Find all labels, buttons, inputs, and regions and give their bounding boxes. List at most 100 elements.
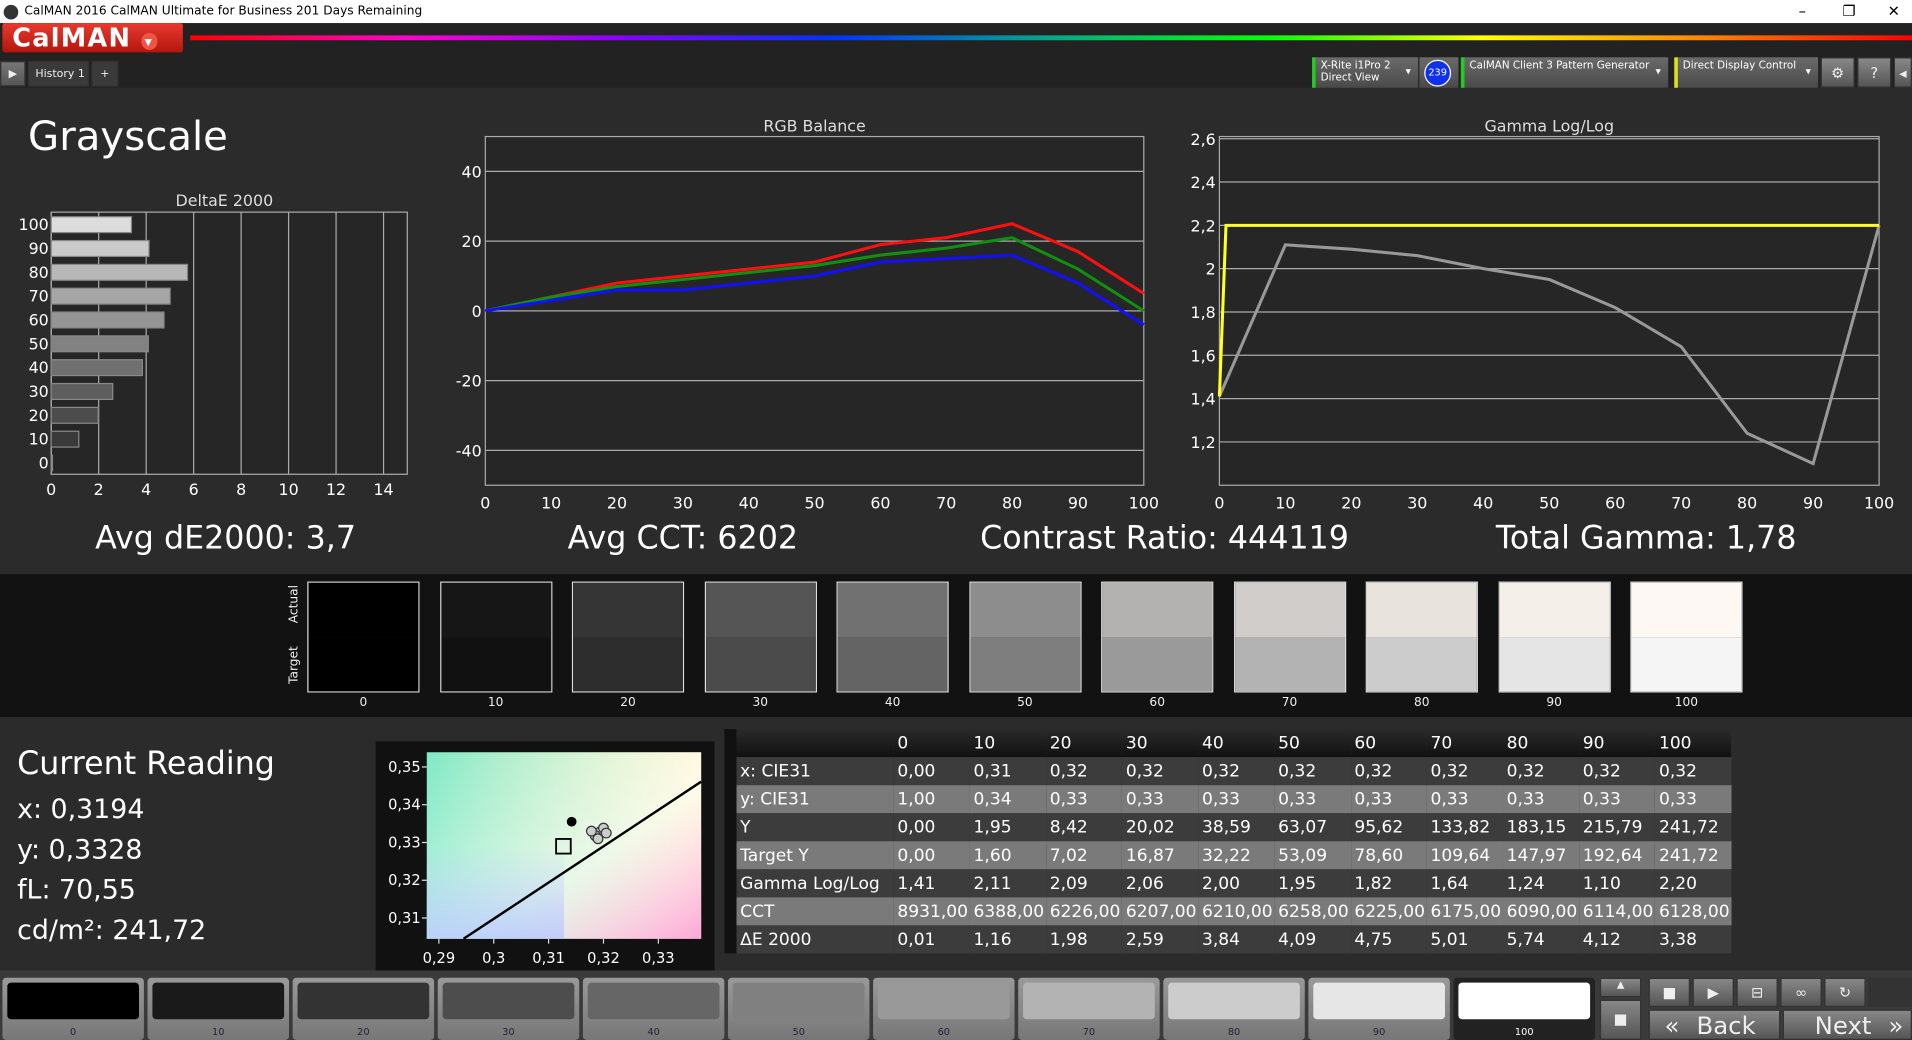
patch-color <box>152 982 285 1020</box>
patch-button-10[interactable]: 10 <box>147 977 289 1040</box>
display-control-selector[interactable]: Direct Display Control ▾ <box>1674 57 1819 88</box>
badge-container: 239 <box>1419 57 1459 88</box>
patch-button-100[interactable]: 100 <box>1453 977 1595 1040</box>
back-button[interactable]: « Back <box>1648 1009 1781 1040</box>
patch-label: 80 <box>1227 1026 1241 1038</box>
bar <box>50 239 150 258</box>
current-point <box>566 816 577 827</box>
next-button[interactable]: Next » <box>1782 1009 1912 1040</box>
y-tick-label: 90 <box>29 239 49 258</box>
patch-label: 50 <box>792 1026 805 1038</box>
patch-button-60[interactable]: 60 <box>873 977 1015 1040</box>
patch-label: 70 <box>1082 1026 1096 1038</box>
table-cell: 1,16 <box>973 929 1012 950</box>
avg-de-stat: Avg dE2000: 3,7 <box>95 520 356 558</box>
swatch-label: 50 <box>1017 696 1033 710</box>
table-gutter <box>724 729 737 954</box>
refresh-icon[interactable]: ↻ <box>1824 977 1866 1008</box>
table-cell: 1,00 <box>897 789 936 809</box>
table-cell: 0,33 <box>1658 789 1697 809</box>
y-tick-label: 20 <box>461 232 481 251</box>
meter-name: X-Rite i1Pro 2 <box>1320 59 1391 72</box>
x-tick-label: 0 <box>1214 493 1224 512</box>
collapse-icon[interactable]: ◂ <box>1893 57 1912 88</box>
table-cell: 0,33 <box>1506 789 1545 809</box>
y-tick-label: 40 <box>29 358 49 377</box>
bar <box>50 335 149 353</box>
patch-button-90[interactable]: 90 <box>1308 977 1450 1040</box>
play-icon[interactable]: ▶ <box>1692 977 1734 1008</box>
x-tick-label: 10 <box>279 480 299 499</box>
patch-label: 40 <box>647 1026 660 1038</box>
close-button[interactable]: ✕ <box>1888 0 1900 23</box>
bar <box>50 382 114 401</box>
table-row: ΔE 2000 0,01 1,16 1,98 2,59 3,84 4,09 4,75 5,01 5… <box>736 925 1732 954</box>
patch-button-80[interactable]: 80 <box>1163 977 1305 1040</box>
x-tick-label: 100 <box>1864 493 1894 512</box>
y-tick-label: 2,2 <box>1191 216 1216 235</box>
plot-shade <box>426 752 564 939</box>
x-tick-label: 70 <box>936 493 956 512</box>
stop-icon[interactable]: ■ <box>1648 977 1691 1008</box>
count-badge[interactable]: 239 <box>1424 59 1452 87</box>
tab-history-1[interactable]: History 1 <box>28 60 90 87</box>
restore-button[interactable]: ❐ <box>1843 0 1856 23</box>
patch-button-30[interactable]: 30 <box>437 977 580 1040</box>
patch-button-50[interactable]: 50 <box>727 977 870 1040</box>
y-tick-label: 0,35 <box>388 759 421 776</box>
scroll-up-icon[interactable]: ▲ <box>1599 977 1642 998</box>
display-control-name: Direct Display Control <box>1682 59 1797 72</box>
patch-button-0[interactable]: 0 <box>2 977 144 1040</box>
x-tick-label: 14 <box>373 480 393 499</box>
rainbow-bar <box>190 35 1912 41</box>
calman-logo-menu[interactable]: CalMAN ▾ <box>2 23 183 53</box>
table-row: Target Y 0,00 1,60 7,02 16,87 32,22 53,09 78,60… <box>736 841 1732 870</box>
patch-color <box>442 982 575 1020</box>
play-icon[interactable]: ▶ <box>0 60 26 87</box>
actual-swatch <box>1631 582 1742 638</box>
gear-icon[interactable]: ⚙ <box>1820 57 1855 88</box>
minimize-button[interactable]: – <box>1799 0 1806 23</box>
save-icon[interactable]: ⊟ <box>1736 977 1778 1008</box>
swatch-label: 40 <box>884 696 901 710</box>
y-tick-label: -40 <box>456 441 482 460</box>
patch-button-40[interactable]: 40 <box>582 977 725 1040</box>
swatch-10 <box>439 581 552 693</box>
swatch-label: 70 <box>1281 696 1298 710</box>
x-tick-label: 0,31 <box>532 950 565 967</box>
help-icon[interactable]: ? <box>1857 57 1892 88</box>
add-tab-button[interactable]: + <box>91 60 119 87</box>
target-swatch <box>1234 637 1345 692</box>
swatch-60 <box>1101 581 1214 693</box>
patch-button-20[interactable]: 20 <box>292 977 435 1040</box>
patch-button-70[interactable]: 70 <box>1018 977 1160 1040</box>
y-tick-label: 0,34 <box>388 797 421 814</box>
meter-selector[interactable]: X-Rite i1Pro 2 Direct View ▾ <box>1312 57 1419 88</box>
x-tick-label: 50 <box>1539 493 1559 512</box>
x-tick-label: 20 <box>1341 493 1361 512</box>
actual-swatch <box>705 582 816 638</box>
row-label: Y <box>740 817 751 837</box>
avg-cct-stat: Avg CCT: 6202 <box>567 520 799 558</box>
page-title: Grayscale <box>28 112 228 160</box>
y-tick-label: 40 <box>461 163 481 182</box>
table-cell: 0,32 <box>1202 761 1241 781</box>
actual-swatch <box>1366 582 1477 638</box>
x-tick-label: 60 <box>870 493 890 512</box>
table-cell: 1,82 <box>1354 873 1393 894</box>
table-cell: 0,32 <box>1278 761 1317 781</box>
table-row: x: CIE31 0,00 0,31 0,32 0,32 0,32 0,32 0,32 0,32… <box>736 757 1732 786</box>
patch-label: 100 <box>1514 1026 1534 1038</box>
bar <box>50 216 133 234</box>
loop-icon[interactable]: ∞ <box>1780 977 1822 1008</box>
reading-fl: fL: 70,55 <box>17 875 136 906</box>
swatch-label: 0 <box>359 696 368 710</box>
bar <box>50 406 99 424</box>
swatch-label: 100 <box>1674 696 1699 710</box>
swatch-label: 10 <box>487 696 504 710</box>
stop-pattern-icon[interactable]: ■ <box>1599 999 1642 1040</box>
current-reading-title: Current Reading <box>17 746 275 783</box>
column-header: 60 <box>1354 733 1377 753</box>
pattern-generator-selector[interactable]: CalMAN Client 3 Pattern Generator ▾ <box>1460 57 1669 88</box>
actual-swatch <box>1234 582 1345 638</box>
